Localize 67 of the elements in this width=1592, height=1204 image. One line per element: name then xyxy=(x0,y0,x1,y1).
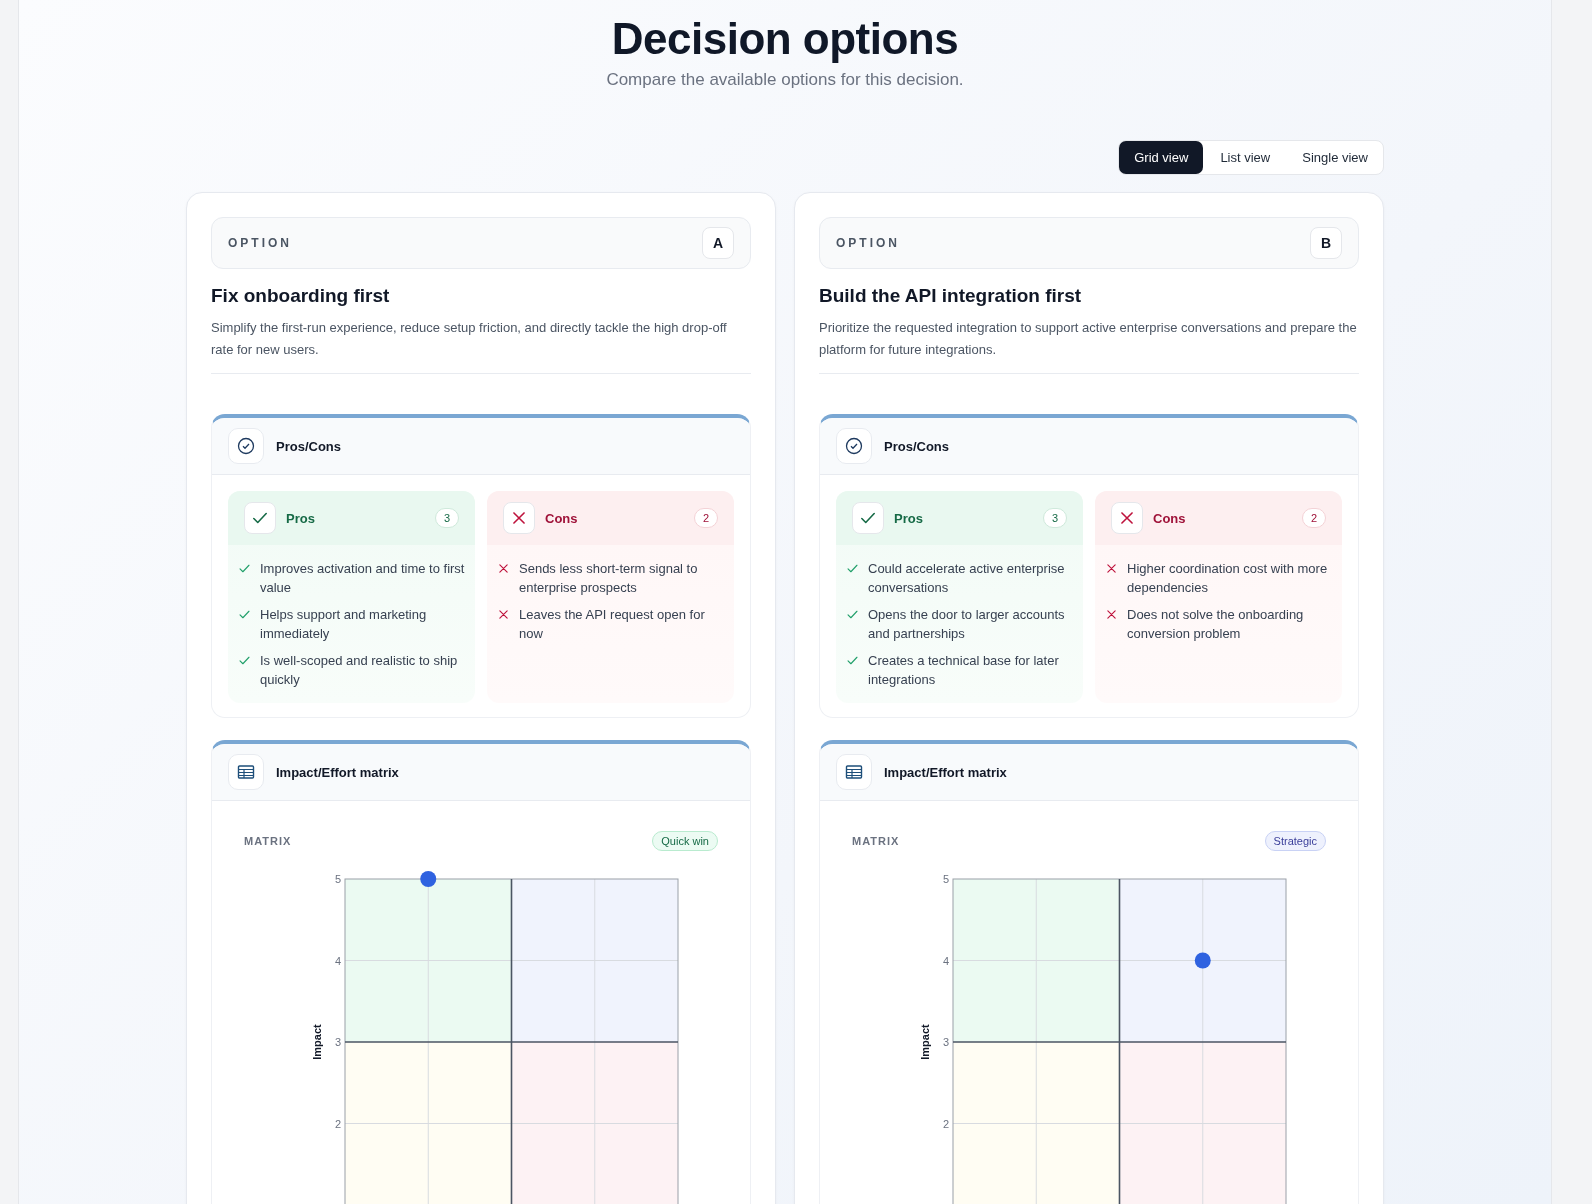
count-badge: 3 xyxy=(1042,508,1067,528)
column-label: Pros xyxy=(286,510,316,526)
cross-icon xyxy=(510,509,528,527)
axis-title: Impact xyxy=(311,1024,323,1060)
pro-text: Opens the door to larger accounts and partnerships xyxy=(868,606,1066,643)
page-title: Decision options xyxy=(611,14,959,64)
column-label: Cons xyxy=(545,510,579,526)
tick-label: 4 xyxy=(334,954,341,967)
con-text: Leaves the API request open for now xyxy=(519,606,706,643)
table-icon xyxy=(845,764,863,780)
cross-icon xyxy=(1118,509,1136,527)
tick-label: 4 xyxy=(942,954,949,967)
pro-text: Is well-scoped and realistic to ship quickly xyxy=(260,652,459,689)
option-eyebrow: OPTION xyxy=(836,236,900,250)
tick-label: 3 xyxy=(942,1036,949,1048)
matrix-label: MATRIX xyxy=(244,835,292,847)
tick-label: 2 xyxy=(334,1117,341,1130)
quadrant-badge: Quick win xyxy=(652,831,718,851)
option-title: Build the API integration first xyxy=(819,285,1083,307)
con-text: Higher coordination cost with more dependencies xyxy=(1127,560,1329,597)
data-point xyxy=(420,871,437,887)
column-label: Pros xyxy=(894,510,924,526)
view-tab[interactable]: Single view xyxy=(1287,141,1383,174)
pro-text: Creates a technical base for later integrations xyxy=(868,652,1060,689)
tick-label: 5 xyxy=(334,873,341,885)
page-subtitle: Compare the available options for this decision. xyxy=(606,70,964,90)
option-title: Fix onboarding first xyxy=(211,285,391,307)
count-badge: 2 xyxy=(1301,508,1326,528)
table-icon xyxy=(237,764,255,780)
section-title: Impact/Effort matrix xyxy=(276,764,399,780)
section-title: Impact/Effort matrix xyxy=(884,764,1007,780)
cross-icon xyxy=(497,608,510,621)
check-icon xyxy=(238,608,251,621)
tick-label: 3 xyxy=(334,1036,341,1048)
option-eyebrow: OPTION xyxy=(228,236,292,250)
check-icon xyxy=(846,562,859,575)
data-point xyxy=(1194,952,1211,969)
option-description: Prioritize the requested integration to support active enterprise conversations and prepare the platform for future integrations. xyxy=(819,317,1359,374)
cross-icon xyxy=(1105,562,1118,575)
section-title: Pros/Cons xyxy=(276,438,341,454)
view-tab[interactable]: Grid view xyxy=(1119,141,1204,174)
view-tab[interactable]: List view xyxy=(1205,141,1286,174)
check-icon xyxy=(238,562,251,575)
matrix-label: MATRIX xyxy=(852,835,900,847)
con-text: Sends less short-term signal to enterprise prospects xyxy=(519,560,699,597)
quadrant-badge: Strategic xyxy=(1264,831,1326,851)
option-description: Simplify the first-run experience, reduce setup friction, and directly tackle the high drop-off rate for new users. xyxy=(211,317,751,374)
section-title: Pros/Cons xyxy=(884,438,949,454)
axis-title: Impact xyxy=(919,1024,931,1060)
cross-icon xyxy=(497,562,510,575)
option-letter: A xyxy=(702,227,734,259)
check-circle-icon xyxy=(845,437,863,455)
check-circle-icon xyxy=(237,437,255,455)
tick-label: 2 xyxy=(942,1117,949,1130)
check-icon xyxy=(846,654,859,667)
column-label: Cons xyxy=(1153,510,1187,526)
con-text: Does not solve the onboarding conversion problem xyxy=(1127,606,1305,643)
tick-label: 5 xyxy=(942,873,949,885)
count-badge: 2 xyxy=(693,508,718,528)
check-icon xyxy=(846,608,859,621)
pro-text: Could accelerate active enterprise conversations xyxy=(868,560,1066,597)
check-icon xyxy=(238,654,251,667)
pro-text: Improves activation and time to first value xyxy=(260,560,465,597)
option-letter: B xyxy=(1310,227,1342,259)
cross-icon xyxy=(1105,608,1118,621)
pro-text: Helps support and marketing immediately xyxy=(260,606,428,643)
count-badge: 3 xyxy=(434,508,459,528)
